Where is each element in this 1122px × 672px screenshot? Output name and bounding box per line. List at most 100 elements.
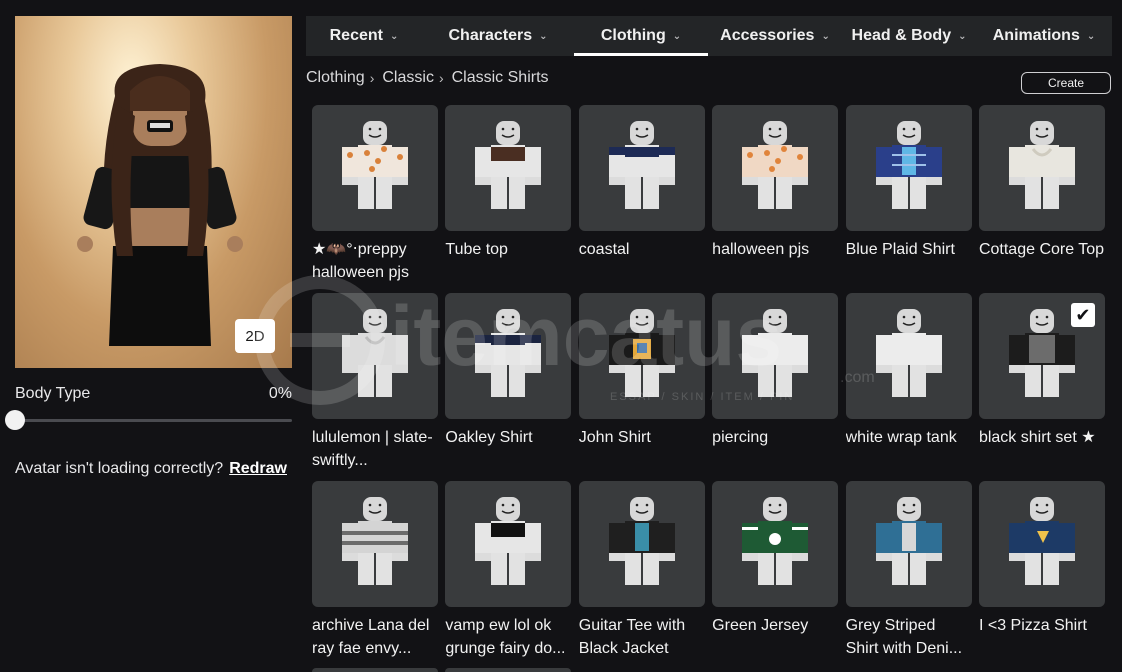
item-card[interactable]: coastal: [578, 105, 705, 293]
breadcrumb-classic-shirts: Classic Shirts: [451, 69, 549, 86]
item-thumbnail[interactable]: [978, 105, 1105, 231]
item-title: white wrap tank: [845, 429, 957, 446]
tab-accessories[interactable]: Accessories ⌄: [708, 16, 842, 56]
tab-recent[interactable]: Recent ⌄: [306, 16, 422, 56]
tab-head-body[interactable]: Head & Body ⌄: [842, 16, 976, 56]
item-thumbnail[interactable]: ✔: [978, 293, 1105, 419]
tab-label: Recent: [329, 27, 383, 44]
breadcrumb-classic[interactable]: Classic: [382, 69, 434, 87]
item-thumbnail[interactable]: [845, 481, 972, 607]
item-card[interactable]: Oakley Shirt: [445, 293, 572, 481]
item-thumbnail[interactable]: [978, 481, 1105, 607]
item-title: coastal: [578, 241, 630, 258]
item-thumbnail[interactable]: [712, 105, 839, 231]
item-title: Guitar Tee with Black Jacket: [578, 617, 686, 657]
chevron-right-icon: ›: [369, 70, 375, 86]
shirt-preview-figure: [1008, 497, 1075, 585]
breadcrumb: Clothing › Classic › Classic Shirts: [306, 69, 549, 87]
item-title: I <3 Pizza Shirt: [978, 617, 1087, 634]
shirt-preview-figure: [1008, 121, 1075, 209]
shirt-preview-figure: [608, 121, 675, 209]
breadcrumb-clothing[interactable]: Clothing: [306, 69, 365, 87]
item-title: Grey Striped Shirt with Deni...: [845, 617, 963, 657]
item-thumbnail[interactable]: [578, 293, 705, 419]
category-tabs: Recent ⌄ Characters ⌄ Clothing ⌄ Accessorie…: [306, 16, 1112, 56]
shirt-preview-figure: [475, 497, 542, 585]
shirt-preview-figure: [875, 121, 942, 209]
avatar-editor: 2D Body Type 0% Avatar isn't loading cor…: [0, 0, 1122, 672]
item-thumbnail[interactable]: [712, 481, 839, 607]
redraw-notice: Avatar isn't loading correctly? Redraw: [15, 460, 287, 478]
item-thumbnail[interactable]: [312, 481, 438, 607]
shirt-preview-figure: [608, 309, 675, 397]
item-card[interactable]: Guitar Tee with Black Jacket: [578, 481, 705, 669]
item-title: halloween pjs: [712, 241, 810, 258]
avatar-figure: [77, 64, 243, 346]
item-thumbnail[interactable]: [312, 293, 438, 419]
item-title: Oakley Shirt: [445, 429, 533, 446]
item-card[interactable]: vamp ew lol ok grunge fairy do...: [445, 481, 572, 669]
shirt-preview-figure: [742, 121, 809, 209]
tab-label: Accessories: [720, 27, 815, 44]
create-button[interactable]: Create: [1021, 72, 1111, 94]
body-type-value: 0%: [268, 385, 292, 402]
body-type-slider-track[interactable]: [15, 419, 292, 422]
item-title: Green Jersey: [712, 617, 809, 634]
view-2d-toggle-button[interactable]: 2D: [235, 319, 275, 353]
chevron-down-icon: ⌄: [672, 30, 682, 42]
item-card[interactable]: Blue Plaid Shirt: [845, 105, 972, 293]
item-title: piercing: [712, 429, 769, 446]
item-grid: ★🦇°‧preppy halloween pjs Tube top coasta…: [312, 105, 1112, 669]
item-thumbnail[interactable]: [712, 293, 839, 419]
item-thumbnail[interactable]: [845, 293, 972, 419]
chevron-down-icon: ⌄: [958, 30, 967, 42]
item-thumbnail[interactable]: [578, 481, 705, 607]
item-title: Tube top: [445, 241, 508, 258]
item-thumbnail-partial: [312, 668, 438, 672]
tab-label: Characters: [448, 27, 533, 44]
body-type-slider-thumb[interactable]: [5, 410, 25, 430]
item-thumbnail[interactable]: [312, 105, 438, 231]
tab-clothing[interactable]: Clothing ⌄: [574, 16, 708, 56]
item-thumbnail[interactable]: [445, 293, 572, 419]
item-card[interactable]: I <3 Pizza Shirt: [978, 481, 1105, 669]
item-thumbnail[interactable]: [845, 105, 972, 231]
item-thumbnail[interactable]: [578, 105, 705, 231]
item-card[interactable]: piercing: [712, 293, 839, 481]
chevron-down-icon: ⌄: [1086, 30, 1096, 42]
tab-label: Animations: [992, 27, 1080, 44]
item-card[interactable]: Grey Striped Shirt with Deni...: [845, 481, 972, 669]
body-type-row: Body Type 0%: [15, 385, 292, 403]
avatar-preview[interactable]: 2D: [15, 16, 292, 368]
chevron-down-icon: ⌄: [389, 30, 399, 42]
item-card[interactable]: John Shirt: [578, 293, 705, 481]
item-thumbnail[interactable]: [445, 481, 572, 607]
shirt-preview-figure: [875, 497, 942, 585]
item-card[interactable]: ✔ black shirt set ★: [978, 293, 1105, 481]
shirt-preview-figure: [742, 309, 809, 397]
item-title: archive Lana del ray fae envy...: [312, 617, 430, 657]
tab-animations[interactable]: Animations ⌄: [976, 16, 1112, 56]
item-card[interactable]: lululemon | slate-swiftly...: [312, 293, 438, 481]
item-title: Cottage Core Top: [978, 241, 1105, 258]
body-type-label: Body Type: [15, 385, 91, 402]
item-thumbnail-partial: [445, 668, 571, 672]
item-card[interactable]: halloween pjs: [712, 105, 839, 293]
item-card[interactable]: Cottage Core Top: [978, 105, 1105, 293]
item-card[interactable]: Green Jersey: [712, 481, 839, 669]
equipped-check-icon: ✔: [1070, 303, 1095, 327]
redraw-link[interactable]: Redraw: [229, 460, 287, 477]
shirt-preview-figure: [475, 309, 542, 397]
item-card[interactable]: Tube top: [445, 105, 572, 293]
tab-characters[interactable]: Characters ⌄: [422, 16, 574, 56]
item-card[interactable]: ★🦇°‧preppy halloween pjs: [312, 105, 438, 293]
shirt-preview-figure: [342, 497, 408, 585]
item-card[interactable]: white wrap tank: [845, 293, 972, 481]
chevron-down-icon: ⌄: [539, 30, 548, 42]
item-title: ★🦇°‧preppy halloween pjs: [312, 241, 409, 281]
item-thumbnail[interactable]: [445, 105, 572, 231]
item-card[interactable]: archive Lana del ray fae envy...: [312, 481, 438, 669]
chevron-down-icon: ⌄: [821, 30, 830, 42]
item-title: John Shirt: [578, 429, 651, 446]
shirt-preview-figure: [742, 497, 809, 585]
